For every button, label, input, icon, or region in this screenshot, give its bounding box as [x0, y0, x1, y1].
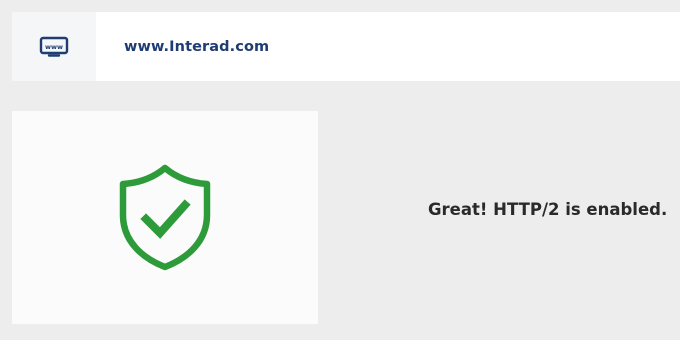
url-icon-cell: www: [12, 12, 96, 81]
status-message: Great! HTTP/2 is enabled.: [428, 200, 668, 219]
tested-url: www.Interad.com: [124, 38, 270, 55]
url-bar: www www.Interad.com: [12, 12, 680, 81]
www-icon: www: [39, 36, 69, 57]
www-icon-label: www: [45, 42, 63, 50]
shield-check-icon: [119, 164, 211, 270]
result-card: [12, 111, 318, 324]
